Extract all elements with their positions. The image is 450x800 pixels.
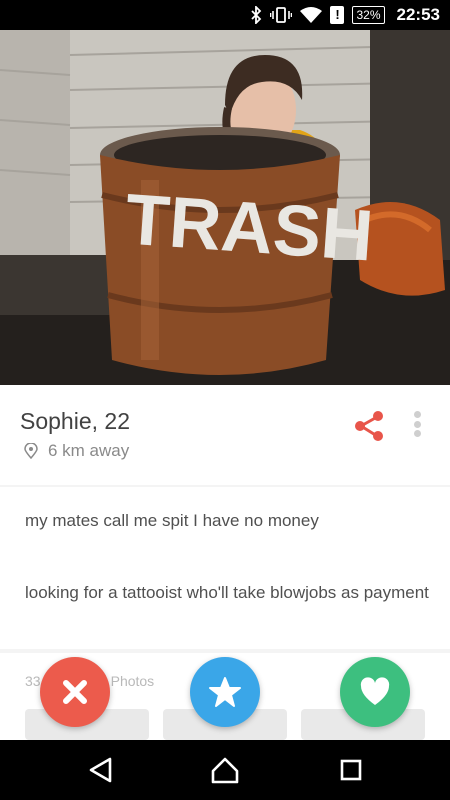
status-icons: ! 32% 22:53 — [250, 0, 440, 30]
like-button[interactable] — [340, 657, 410, 727]
heart-icon — [360, 677, 390, 705]
wifi-icon — [300, 7, 323, 23]
bluetooth-icon — [251, 6, 262, 24]
android-nav-bar — [0, 740, 450, 800]
status-bar: ! 32% 22:53 — [0, 0, 450, 30]
back-icon[interactable] — [86, 756, 116, 784]
bio-line-1: my mates call me spit I have no money — [25, 511, 319, 530]
location-pin-icon — [24, 443, 38, 459]
distance-text: 6 km away — [48, 441, 130, 460]
more-options-icon[interactable] — [408, 409, 426, 439]
clock: 22:53 — [396, 5, 440, 24]
close-icon — [63, 680, 87, 704]
bio-line-2: looking for a tattooist who'll take blow… — [25, 583, 429, 602]
home-icon[interactable] — [210, 756, 240, 784]
superlike-button[interactable] — [190, 657, 260, 727]
share-icon[interactable] — [352, 409, 386, 443]
alert-icon: ! — [330, 6, 345, 24]
recents-icon[interactable] — [336, 756, 366, 784]
dislike-button[interactable] — [40, 657, 110, 727]
profile-name: Sophie, 22 — [20, 408, 130, 434]
bio-section: my mates call me spit I have no money lo… — [0, 487, 450, 649]
vibrate-icon — [270, 7, 293, 23]
star-icon — [209, 677, 241, 707]
profile-photo[interactable]: TRASH — [0, 30, 450, 385]
battery-indicator: 32% — [352, 6, 385, 24]
distance-row: 6 km away — [24, 441, 129, 461]
profile-header: Sophie, 22 6 km away — [0, 385, 450, 485]
